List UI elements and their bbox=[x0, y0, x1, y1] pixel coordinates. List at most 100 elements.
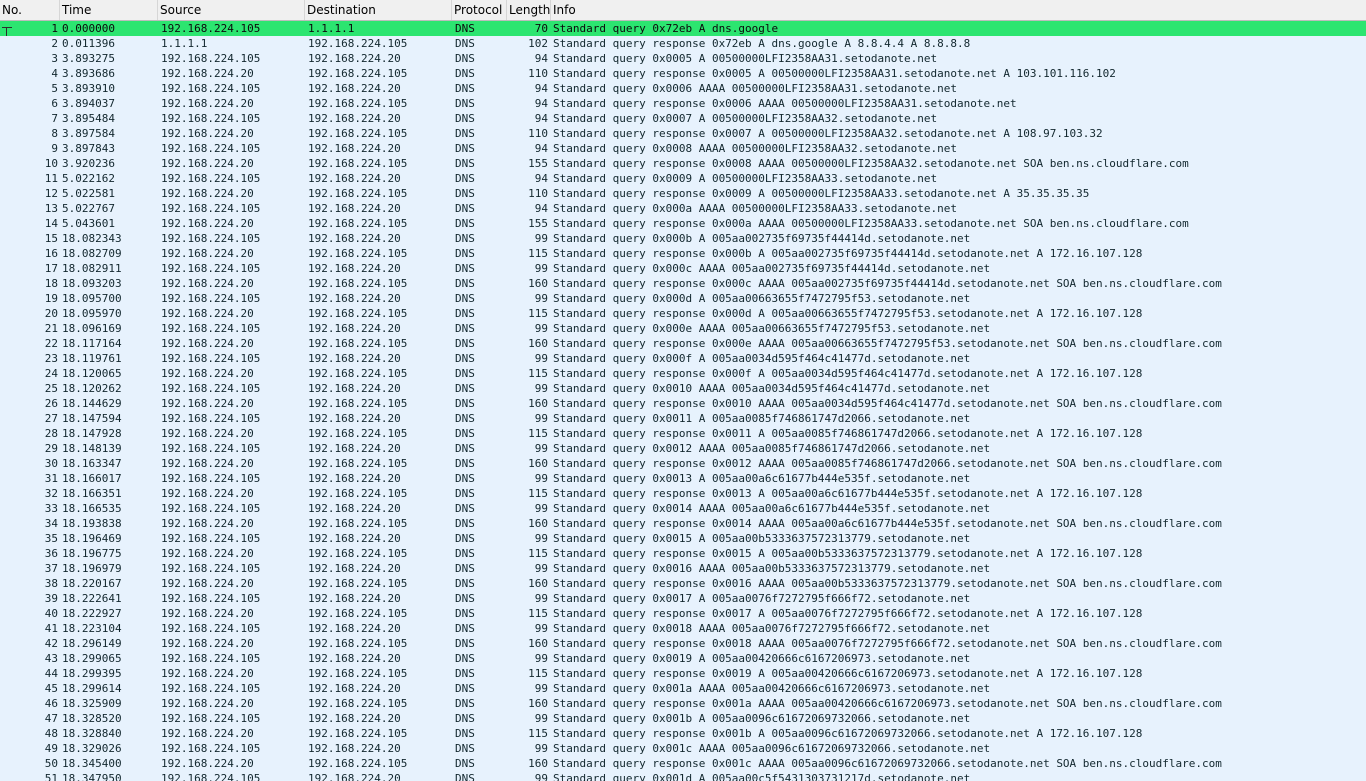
packet-row[interactable]: 48 18.328840 192.168.224.20 192.168.224.105… bbox=[0, 726, 1366, 741]
packet-no: 38 bbox=[44, 577, 58, 590]
packet-row[interactable]: 19 18.095700 192.168.224.105 192.168.224.20… bbox=[0, 291, 1366, 306]
packet-time: 18.148139 bbox=[62, 442, 122, 455]
packet-row[interactable]: 30 18.163347 192.168.224.20 192.168.224.105… bbox=[0, 456, 1366, 471]
packet-length: 99 bbox=[534, 742, 548, 755]
packet-row[interactable]: 40 18.222927 192.168.224.20 192.168.224.105… bbox=[0, 606, 1366, 621]
packet-time: 18.147594 bbox=[62, 412, 122, 425]
packet-no: 15 bbox=[44, 232, 58, 245]
packet-row[interactable]: 22 18.117164 192.168.224.20 192.168.224.105… bbox=[0, 336, 1366, 351]
packet-info: Standard query 0x000f A 005aa0034d595f46… bbox=[553, 352, 971, 365]
packet-time: 18.166351 bbox=[62, 487, 122, 500]
column-header-length[interactable]: Length bbox=[507, 0, 551, 20]
packet-row[interactable]: 46 18.325909 192.168.224.20 192.168.224.105… bbox=[0, 696, 1366, 711]
packet-row[interactable]: 2 0.011396 1.1.1.1 192.168.224.105 DNS 102 Sta… bbox=[0, 36, 1366, 51]
packet-destination: 192.168.224.105 bbox=[308, 187, 408, 200]
packet-row[interactable]: 39 18.222641 192.168.224.105 192.168.224.20… bbox=[0, 591, 1366, 606]
packet-row[interactable]: 42 18.296149 192.168.224.20 192.168.224.105… bbox=[0, 636, 1366, 651]
packet-info: Standard query response 0x000d A 005aa00… bbox=[553, 307, 1143, 320]
packet-destination: 192.168.224.20 bbox=[308, 592, 401, 605]
column-header-no[interactable]: No. bbox=[0, 0, 60, 20]
packet-source: 192.168.224.105 bbox=[161, 262, 261, 275]
packet-row[interactable]: 37 18.196979 192.168.224.105 192.168.224.20… bbox=[0, 561, 1366, 576]
packet-row[interactable]: 4 3.893686 192.168.224.20 192.168.224.105 DN… bbox=[0, 66, 1366, 81]
packet-row[interactable]: 41 18.223104 192.168.224.105 192.168.224.20… bbox=[0, 621, 1366, 636]
packet-row[interactable]: 17 18.082911 192.168.224.105 192.168.224.20… bbox=[0, 261, 1366, 276]
packet-no: 2 bbox=[51, 37, 58, 50]
packet-protocol: DNS bbox=[455, 757, 475, 770]
packet-row[interactable]: 47 18.328520 192.168.224.105 192.168.224.20… bbox=[0, 711, 1366, 726]
packet-row[interactable]: 26 18.144629 192.168.224.20 192.168.224.105… bbox=[0, 396, 1366, 411]
packet-source: 192.168.224.20 bbox=[161, 607, 254, 620]
packet-row[interactable]: 7 3.895484 192.168.224.105 192.168.224.20 DN… bbox=[0, 111, 1366, 126]
packet-row[interactable]: 11 5.022162 192.168.224.105 192.168.224.20 D… bbox=[0, 171, 1366, 186]
packet-protocol: DNS bbox=[455, 382, 475, 395]
packet-row[interactable]: 28 18.147928 192.168.224.20 192.168.224.105… bbox=[0, 426, 1366, 441]
packet-source: 192.168.224.105 bbox=[161, 712, 261, 725]
packet-row[interactable]: 3 3.893275 192.168.224.105 192.168.224.20 DN… bbox=[0, 51, 1366, 66]
packet-row[interactable]: 5 3.893910 192.168.224.105 192.168.224.20 DN… bbox=[0, 81, 1366, 96]
column-header-time[interactable]: Time bbox=[60, 0, 158, 20]
packet-length: 99 bbox=[534, 412, 548, 425]
packet-row[interactable]: 29 18.148139 192.168.224.105 192.168.224.20… bbox=[0, 441, 1366, 456]
column-header-protocol[interactable]: Protocol bbox=[452, 0, 507, 20]
packet-info: Standard query 0x000d A 005aa00663655f74… bbox=[553, 292, 971, 305]
packet-no: 29 bbox=[44, 442, 58, 455]
packet-row[interactable]: 43 18.299065 192.168.224.105 192.168.224.20… bbox=[0, 651, 1366, 666]
packet-time: 18.082343 bbox=[62, 232, 122, 245]
packet-row[interactable]: 13 5.022767 192.168.224.105 192.168.224.20 D… bbox=[0, 201, 1366, 216]
packet-row[interactable]: 16 18.082709 192.168.224.20 192.168.224.105… bbox=[0, 246, 1366, 261]
packet-row[interactable]: 32 18.166351 192.168.224.20 192.168.224.105… bbox=[0, 486, 1366, 501]
packet-row[interactable]: 34 18.193838 192.168.224.20 192.168.224.105… bbox=[0, 516, 1366, 531]
packet-row[interactable]: 49 18.329026 192.168.224.105 192.168.224.20… bbox=[0, 741, 1366, 756]
packet-row[interactable]: 18 18.093203 192.168.224.20 192.168.224.105… bbox=[0, 276, 1366, 291]
packet-info: Standard query response 0x0005 A 0050000… bbox=[553, 67, 1116, 80]
packet-source: 192.168.224.20 bbox=[161, 127, 254, 140]
packet-row[interactable]: 35 18.196469 192.168.224.105 192.168.224.20… bbox=[0, 531, 1366, 546]
packet-row[interactable]: 27 18.147594 192.168.224.105 192.168.224.20… bbox=[0, 411, 1366, 426]
column-header-source[interactable]: Source bbox=[158, 0, 305, 20]
packet-row[interactable]: 31 18.166017 192.168.224.105 192.168.224.20… bbox=[0, 471, 1366, 486]
packet-protocol: DNS bbox=[455, 82, 475, 95]
packet-no: 1 bbox=[51, 22, 58, 35]
packet-row[interactable]: 8 3.897584 192.168.224.20 192.168.224.105 DN… bbox=[0, 126, 1366, 141]
packet-row[interactable]: 50 18.345400 192.168.224.20 192.168.224.105… bbox=[0, 756, 1366, 771]
packet-no: 23 bbox=[44, 352, 58, 365]
packet-row[interactable]: 14 5.043601 192.168.224.20 192.168.224.105 D… bbox=[0, 216, 1366, 231]
packet-row[interactable]: 9 3.897843 192.168.224.105 192.168.224.20 DN… bbox=[0, 141, 1366, 156]
packet-info: Standard query response 0x000b A 005aa00… bbox=[553, 247, 1143, 260]
packet-row[interactable]: 6 3.894037 192.168.224.20 192.168.224.105 DN… bbox=[0, 96, 1366, 111]
packet-source: 192.168.224.105 bbox=[161, 112, 261, 125]
packet-destination: 192.168.224.20 bbox=[308, 292, 401, 305]
packet-time: 18.345400 bbox=[62, 757, 122, 770]
column-header-destination[interactable]: Destination bbox=[305, 0, 452, 20]
packet-row[interactable]: 10 3.920236 192.168.224.20 192.168.224.105 D… bbox=[0, 156, 1366, 171]
packet-row[interactable]: 33 18.166535 192.168.224.105 192.168.224.20… bbox=[0, 501, 1366, 516]
packet-row[interactable]: 24 18.120065 192.168.224.20 192.168.224.105… bbox=[0, 366, 1366, 381]
packet-row[interactable]: 21 18.096169 192.168.224.105 192.168.224.20… bbox=[0, 321, 1366, 336]
packet-row[interactable]: 51 18.347950 192.168.224.105 192.168.224.20… bbox=[0, 771, 1366, 781]
packet-source: 192.168.224.105 bbox=[161, 652, 261, 665]
packet-protocol: DNS bbox=[455, 397, 475, 410]
packet-source: 192.168.224.105 bbox=[161, 682, 261, 695]
packet-row[interactable]: 45 18.299614 192.168.224.105 192.168.224.20… bbox=[0, 681, 1366, 696]
packet-row[interactable]: 15 18.082343 192.168.224.105 192.168.224.20… bbox=[0, 231, 1366, 246]
packet-list-header: No. Time Source Destination Protocol Len… bbox=[0, 0, 1366, 21]
packet-protocol: DNS bbox=[455, 472, 475, 485]
packet-destination: 192.168.224.20 bbox=[308, 712, 401, 725]
packet-row[interactable]: 20 18.095970 192.168.224.20 192.168.224.105… bbox=[0, 306, 1366, 321]
packet-no: 27 bbox=[44, 412, 58, 425]
packet-row[interactable]: 12 5.022581 192.168.224.20 192.168.224.105 D… bbox=[0, 186, 1366, 201]
packet-time: 18.222641 bbox=[62, 592, 122, 605]
packet-row[interactable]: 1 0.000000 192.168.224.105 1.1.1.1 DNS 70 Stan… bbox=[0, 21, 1366, 41]
packet-row[interactable]: 25 18.120262 192.168.224.105 192.168.224.20… bbox=[0, 381, 1366, 396]
packet-row[interactable]: 44 18.299395 192.168.224.20 192.168.224.105… bbox=[0, 666, 1366, 681]
packet-no: 18 bbox=[44, 277, 58, 290]
packet-source: 192.168.224.20 bbox=[161, 247, 254, 260]
packet-no: 5 bbox=[51, 82, 58, 95]
packet-row[interactable]: 23 18.119761 192.168.224.105 192.168.224.20… bbox=[0, 351, 1366, 366]
packet-row[interactable]: 36 18.196775 192.168.224.20 192.168.224.105… bbox=[0, 546, 1366, 561]
column-header-info[interactable]: Info bbox=[551, 0, 1366, 20]
packet-protocol: DNS bbox=[455, 112, 475, 125]
packet-row[interactable]: 38 18.220167 192.168.224.20 192.168.224.105… bbox=[0, 576, 1366, 591]
packet-time: 18.196469 bbox=[62, 532, 122, 545]
